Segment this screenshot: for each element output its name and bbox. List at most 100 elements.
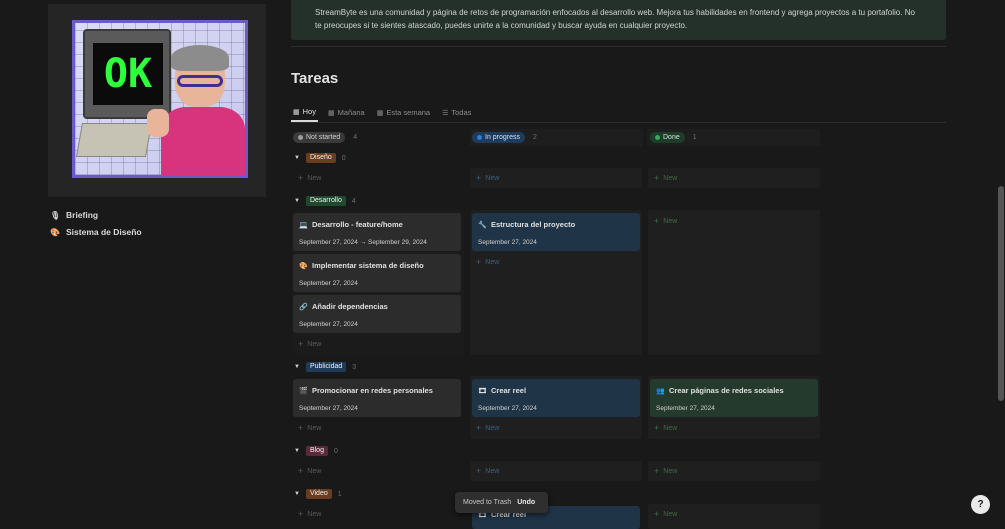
new-button[interactable]: + New	[476, 257, 499, 267]
group-tag: Publicidad	[305, 362, 347, 372]
plus-icon: +	[298, 173, 304, 183]
plus-icon: +	[476, 423, 482, 433]
sidebar-item-sistema-de-diseno[interactable]: 🎨 Sistema de Diseño	[50, 227, 142, 237]
column-count: 2	[533, 134, 537, 141]
gif-card: OK	[48, 4, 266, 197]
undo-button[interactable]: Undo	[517, 499, 535, 506]
plus-icon: +	[654, 423, 660, 433]
task-date: September 27, 2024 → September 29, 2024	[299, 239, 427, 246]
palette-icon: 🎨	[50, 227, 60, 237]
person-illustration	[147, 45, 245, 175]
task-title: Estructura del proyecto	[491, 220, 576, 229]
task-title: Desarrollo - feature/home	[312, 220, 403, 229]
group-tag: Blog	[305, 446, 328, 456]
status-badge: Done	[650, 132, 685, 143]
column-header-done[interactable]: Done 1	[650, 129, 697, 146]
collapse-triangle-icon[interactable]: ▼	[294, 491, 300, 497]
new-button[interactable]: + New	[298, 339, 321, 349]
new-button[interactable]: + New	[298, 423, 321, 433]
new-button[interactable]: + New	[654, 216, 677, 226]
keyboard-illustration	[76, 123, 152, 157]
monitor-illustration: OK	[83, 29, 171, 119]
plus-icon: +	[298, 423, 304, 433]
monitor-text: OK	[93, 43, 163, 105]
group-header-blog[interactable]: ▼ Blog 0	[294, 446, 338, 456]
new-button[interactable]: + New	[654, 174, 677, 183]
board-icon: ▦	[327, 109, 335, 117]
plus-icon: +	[298, 509, 304, 519]
plus-icon: +	[654, 509, 660, 519]
status-badge: In progress	[472, 132, 526, 143]
group-tag: Video	[305, 489, 332, 499]
scrollbar-thumb[interactable]	[998, 186, 1004, 401]
ok-gif-image: OK	[72, 20, 248, 178]
left-column: OK 🎙 Briefing 🎨 Sistema de Diseño	[0, 0, 280, 529]
sidebar-item-label: Sistema de Diseño	[66, 227, 142, 237]
people-icon: 👥	[656, 387, 665, 395]
collapse-triangle-icon[interactable]: ▼	[294, 155, 300, 161]
microphone-icon: 🎙	[50, 210, 61, 220]
column-count: 4	[353, 134, 358, 141]
column-header-in-progress[interactable]: In progress 2	[472, 129, 537, 146]
view-tabs: ▦ Hoy ▦ Mañana ▦ Esta semana ☰ Todas	[291, 103, 946, 123]
tab-hoy[interactable]: ▦ Hoy	[291, 103, 318, 122]
new-button[interactable]: + New	[654, 423, 677, 433]
link-icon: 🔗	[299, 303, 308, 311]
collapse-triangle-icon[interactable]: ▼	[294, 364, 300, 370]
new-button[interactable]: + New	[476, 467, 499, 476]
task-date: September 27, 2024	[299, 405, 358, 412]
column-header-not-started[interactable]: Not started 4	[293, 129, 357, 146]
task-card[interactable]: 🎞 Crear reel September 27, 2024	[472, 379, 640, 417]
new-button[interactable]: + New	[476, 173, 499, 183]
description-callout: StreamByte es una comunidad y página de …	[291, 0, 946, 40]
calendar-icon: ▦	[376, 109, 384, 117]
task-title: Implementar sistema de diseño	[312, 261, 424, 270]
wrench-icon: 🔧	[478, 221, 487, 229]
collapse-triangle-icon[interactable]: ▼	[294, 448, 300, 454]
plus-icon: +	[298, 466, 304, 476]
tab-manana[interactable]: ▦ Mañana	[326, 103, 367, 122]
film-icon: 🎞	[478, 387, 487, 395]
divider	[291, 46, 946, 47]
plus-icon: +	[476, 173, 482, 183]
tab-esta-semana[interactable]: ▦ Esta semana	[375, 103, 432, 122]
task-card[interactable]: 🎬 Promocionar en redes personales Septemb…	[293, 379, 461, 417]
tab-todas[interactable]: ☰ Todas	[440, 103, 473, 122]
task-date: September 27, 2024	[478, 405, 537, 412]
group-header-video[interactable]: ▼ Video 1	[294, 489, 342, 499]
plus-icon: +	[654, 216, 660, 226]
task-date: September 27, 2024	[299, 280, 358, 287]
new-button[interactable]: + New	[298, 466, 321, 476]
task-card[interactable]: 👥 Crear páginas de redes sociales Septemb…	[650, 379, 818, 417]
group-tag: Diseño	[305, 153, 336, 163]
task-card[interactable]: 🔧 Estructura del proyecto September 27, 2…	[472, 213, 640, 251]
task-date: September 27, 2024	[299, 321, 358, 328]
group-header-publicidad[interactable]: ▼ Publicidad 3	[294, 362, 356, 372]
task-card[interactable]: 💻 Desarrollo - feature/home September 27,…	[293, 213, 461, 251]
clapperboard-icon: 🎬	[299, 387, 308, 395]
palette-icon: 🎨	[299, 262, 308, 270]
task-card[interactable]: 🔗 Añadir dependencias September 27, 2024	[293, 295, 461, 333]
help-icon: ?	[977, 499, 984, 510]
plus-icon: +	[654, 466, 660, 476]
plus-icon: +	[298, 339, 304, 349]
group-header-diseno[interactable]: ▼ Diseño 0	[294, 153, 346, 163]
help-button[interactable]: ?	[971, 495, 990, 514]
sidebar-item-label: Briefing	[66, 210, 99, 220]
new-button[interactable]: + New	[654, 509, 677, 519]
group-tag: Desarrollo	[305, 196, 346, 206]
new-button[interactable]: + New	[298, 173, 321, 183]
laptop-icon: 💻	[299, 221, 308, 229]
new-button[interactable]: + New	[476, 423, 499, 433]
task-title: Crear páginas de redes sociales	[669, 386, 784, 395]
new-button[interactable]: + New	[654, 466, 677, 476]
collapse-triangle-icon[interactable]: ▼	[294, 198, 300, 204]
group-header-desarrollo[interactable]: ▼ Desarrollo 4	[294, 196, 356, 206]
plus-icon: +	[476, 257, 482, 267]
list-icon: ☰	[442, 109, 449, 117]
task-card[interactable]: 🎨 Implementar sistema de diseño September…	[293, 254, 461, 292]
task-title: Añadir dependencias	[312, 302, 388, 311]
new-button[interactable]: + New	[298, 509, 321, 519]
task-date: September 27, 2024	[478, 239, 537, 246]
sidebar-item-briefing[interactable]: 🎙 Briefing	[50, 210, 98, 220]
